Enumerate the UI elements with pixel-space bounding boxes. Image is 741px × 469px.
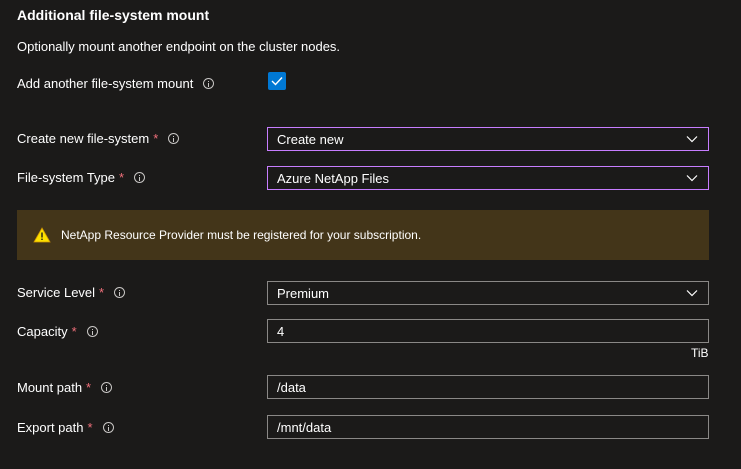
- required-mark: *: [87, 420, 93, 435]
- add-mount-label: Add another file-system mount: [17, 76, 194, 91]
- warning-banner: NetApp Resource Provider must be registe…: [17, 210, 709, 260]
- required-mark: *: [153, 131, 159, 146]
- required-mark: *: [119, 170, 125, 185]
- mount-path-input[interactable]: /data: [267, 375, 709, 399]
- service-level-label: Service Level: [17, 285, 96, 300]
- required-mark: *: [71, 324, 77, 339]
- chevron-down-icon: [686, 175, 698, 182]
- capacity-label: Capacity: [17, 324, 68, 339]
- section-description: Optionally mount another endpoint on the…: [17, 39, 341, 54]
- create-new-fs-value: Create new: [277, 131, 344, 147]
- create-new-fs-label: Create new file-system: [17, 131, 150, 146]
- info-icon[interactable]: [114, 287, 126, 298]
- add-mount-checkbox[interactable]: [268, 72, 286, 90]
- info-icon[interactable]: [102, 422, 114, 433]
- required-mark: *: [99, 285, 105, 300]
- export-path-label: Export path: [17, 420, 84, 435]
- add-mount-label-row: Add another file-system mount: [17, 76, 215, 91]
- mount-path-label: Mount path: [17, 380, 83, 395]
- export-path-value: /mnt/data: [277, 419, 332, 435]
- export-path-input[interactable]: /mnt/data: [267, 415, 709, 439]
- mount-path-value: /data: [277, 379, 306, 395]
- chevron-down-icon: [686, 290, 698, 297]
- create-new-fs-dropdown[interactable]: Create new: [267, 127, 709, 151]
- service-level-label-row: Service Level *: [17, 285, 126, 300]
- info-icon[interactable]: [203, 78, 215, 89]
- export-path-label-row: Export path *: [17, 420, 114, 435]
- service-level-value: Premium: [277, 285, 330, 301]
- mount-path-label-row: Mount path *: [17, 380, 113, 395]
- info-icon[interactable]: [101, 382, 113, 393]
- info-icon[interactable]: [168, 133, 180, 144]
- fs-type-label-row: File-system Type *: [17, 170, 146, 185]
- checkmark-icon: [271, 77, 283, 86]
- section-title: Additional file-system mount: [17, 7, 210, 23]
- warning-icon: [33, 227, 51, 243]
- fs-type-label: File-system Type: [17, 170, 116, 185]
- capacity-label-row: Capacity *: [17, 324, 98, 339]
- required-mark: *: [86, 380, 92, 395]
- chevron-down-icon: [686, 136, 698, 143]
- capacity-input[interactable]: 4: [267, 319, 709, 343]
- fs-type-value: Azure NetApp Files: [277, 170, 389, 186]
- warning-message: NetApp Resource Provider must be registe…: [61, 228, 422, 242]
- capacity-value: 4: [277, 323, 285, 339]
- capacity-unit: TiB: [691, 346, 709, 360]
- service-level-dropdown[interactable]: Premium: [267, 281, 709, 305]
- fs-type-dropdown[interactable]: Azure NetApp Files: [267, 166, 709, 190]
- info-icon[interactable]: [86, 326, 98, 337]
- create-new-fs-label-row: Create new file-system *: [17, 131, 180, 146]
- info-icon[interactable]: [134, 172, 146, 183]
